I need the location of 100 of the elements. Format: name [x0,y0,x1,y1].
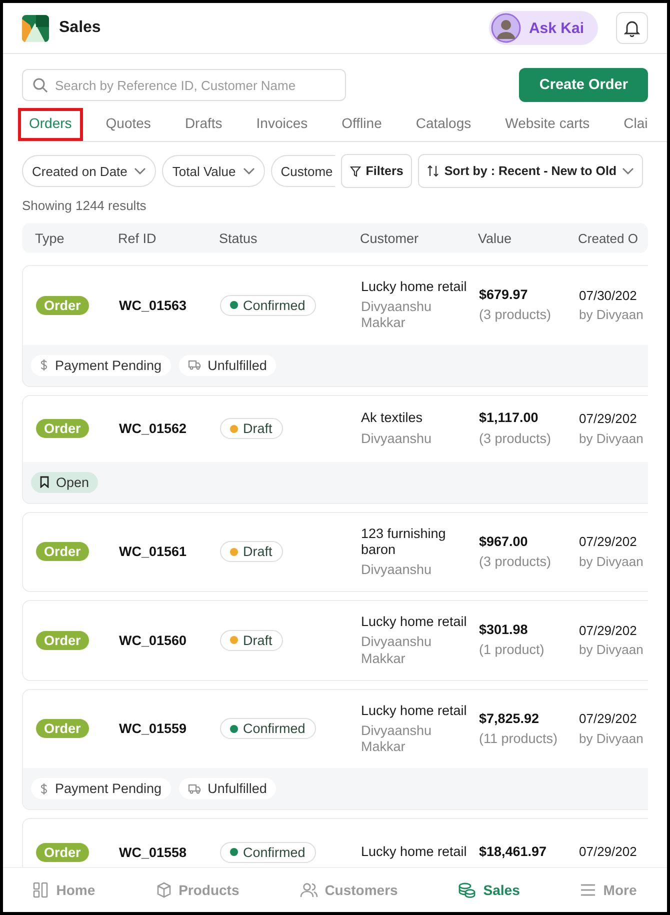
customer-name: Lucky home retail [361,614,468,630]
order-row[interactable]: Order WC_01563 Confirmed Lucky home retail Divyaanshu Makkar $679.97 (3 products) 07/30/202 by Divyaan Payment Pending Unfulfilled [22,265,648,387]
type-badge: Order [36,630,89,650]
bookmark-icon [40,476,49,488]
tab[interactable]: Offline [330,108,393,141]
nav-item[interactable]: Home [27,881,102,899]
notifications-button[interactable] [616,12,648,44]
status-badge: Confirmed [220,842,316,863]
people-icon [300,882,318,898]
status-tag: Unfulfilled [178,778,276,800]
coins-icon [458,882,476,898]
tab[interactable]: Website carts [494,108,601,141]
menu-icon [580,883,596,897]
ref-id: WC_01563 [118,298,188,313]
open-badge: Open [31,472,98,493]
order-value: $301.98 [479,622,529,638]
created-date: 07/29/202 [579,410,638,427]
bell-icon [624,19,640,37]
product-count: (3 products) [479,554,552,570]
nav-item[interactable]: Products [150,881,246,899]
filter-icon [350,166,361,176]
chevron-down-icon [134,167,146,175]
contact-name: Divyaanshu Makkar [361,299,433,332]
tab[interactable]: Catalogs [404,108,482,141]
truck-icon [188,360,201,370]
order-row[interactable]: Order WC_01560 Draft Lucky home retail Divyaanshu Makkar $301.98 (1 product) 07/29/202 by Divyaan [22,600,648,681]
customer-name: Lucky home retail [361,279,468,296]
customer-name: Ak textiles [361,410,424,427]
app-title: Sales [59,19,102,37]
tab[interactable]: Clai [612,108,659,141]
tab[interactable]: Quotes [94,108,162,141]
order-value: $18,461.97 [479,844,548,860]
customer-name: Lucky home retail [361,702,468,719]
box-icon [156,882,172,898]
contact-name: Divyaanshu Makkar [361,634,433,667]
filter-dropdown[interactable]: Custome [270,155,335,187]
created-date: 07/29/202 [579,711,638,727]
nav-item[interactable]: Sales [452,881,526,899]
sort-icon [427,165,440,177]
type-badge: Order [36,542,89,562]
app-logo [22,14,49,42]
created-date: 07/29/202 [579,534,638,550]
column-header: Ref ID [117,230,158,246]
column-header: Created O [578,230,639,246]
filters-button[interactable]: Filters [340,154,412,188]
tab[interactable]: Drafts [174,108,234,141]
results-count: Showing 1244 results [22,198,148,213]
order-value: $1,117.00 [479,410,540,427]
created-date: 07/29/202 [579,622,638,638]
ref-id: WC_01561 [118,544,188,560]
created-date: 07/30/202 [579,288,638,304]
tab[interactable]: Invoices [245,108,319,141]
order-row[interactable]: Order WC_01561 Draft 123 furnishing baron Divyaanshu $967.00 (3 products) 07/29/202 by Divyaan [22,512,648,592]
filter-dropdown[interactable]: Total Value [162,155,265,187]
search-icon [33,78,48,93]
order-value: $7,825.92 [479,710,540,727]
status-badge: Confirmed [220,718,316,740]
dollar-icon [40,782,48,795]
order-row[interactable]: Order WC_01562 Draft Ak textiles Divyaanshu $1,117.00 (3 products) 07/29/202 by Divyaan Open [22,394,648,504]
column-header: Customer [359,230,420,246]
chevron-down-icon [242,167,255,175]
type-badge: Order [36,419,89,438]
chevron-down-icon [622,167,634,175]
column-header: Value [478,230,513,246]
ref-id: WC_01560 [118,632,188,648]
order-row[interactable]: Order WC_01559 Confirmed Lucky home retail Divyaanshu Makkar $7,825.92 (11 products) 07/29/202 by Divyaan Payment Pending Unfulfilled [22,688,648,810]
filter-dropdown[interactable]: Created on Date [22,155,156,187]
create-order-button[interactable]: Create Order [519,68,648,102]
product-count: (3 products) [479,430,552,447]
sort-button[interactable]: Sort by : Recent - New to Old [418,154,643,188]
created-by: by Divyaan [579,430,644,446]
type-badge: Order [36,719,89,738]
tab[interactable]: Orders [18,108,83,141]
search-field[interactable]: Search by Reference ID, Customer Name [22,69,346,101]
column-header: Type [34,230,66,246]
ref-id: WC_01562 [118,421,188,436]
nav-item[interactable]: More [574,881,643,899]
status-badge: Confirmed [220,294,316,316]
product-count: (1 product) [479,642,546,659]
ref-id: WC_01558 [118,844,188,860]
status-badge: Draft [220,541,284,562]
contact-name: Divyaanshu [361,430,433,447]
nav-item[interactable]: Customers [294,881,404,899]
type-badge: Order [36,296,89,315]
status-tag: Unfulfilled [178,354,276,376]
created-date: 07/29/202 [579,844,638,860]
status-tag: Payment Pending [31,778,171,800]
created-by: by Divyaan [579,307,644,323]
product-count: (3 products) [479,307,552,324]
created-by: by Divyaan [579,730,644,747]
contact-name: Divyaanshu [361,562,433,578]
dollar-icon [40,359,48,372]
customer-name: 123 furnishing baron [361,526,447,558]
avatar-icon [490,13,521,43]
column-header: Status [218,230,258,246]
home-icon [33,882,50,898]
status-badge: Draft [220,418,284,440]
truck-icon [188,784,201,794]
created-by: by Divyaan [579,642,644,658]
ask-kai-button[interactable]: Ask Kai [488,11,598,45]
